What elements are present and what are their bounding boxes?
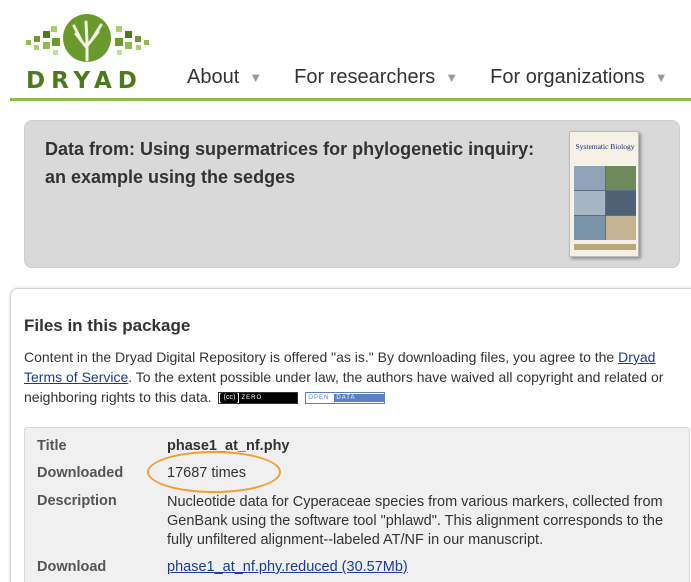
- disclaimer-text-start: Content in the Dryad Digital Repository …: [24, 349, 619, 365]
- chevron-down-icon: ▼: [249, 70, 263, 85]
- files-heading: Files in this package: [24, 316, 191, 335]
- logo-wordmark: DRYAD: [26, 68, 143, 94]
- dryad-tree-icon: [26, 14, 149, 62]
- file-description: Nucleotide data for Cyperaceae species f…: [167, 494, 664, 548]
- cc-zero-label: ZERO: [239, 393, 298, 404]
- journal-cover-image[interactable]: Systematic Biology: [569, 131, 639, 257]
- dryad-logo[interactable]: DRYAD: [24, 12, 164, 96]
- header-divider: [10, 98, 691, 101]
- dataset-title-box: Data from: Using supermatrices for phylo…: [24, 120, 680, 268]
- description-label: Description: [37, 493, 117, 509]
- files-disclaimer: Content in the Dryad Digital Repository …: [24, 347, 691, 407]
- nav-for-researchers-label: For researchers: [294, 66, 436, 88]
- open-data-badge[interactable]: OPEN DATA: [305, 392, 386, 405]
- cover-footer: [574, 244, 636, 250]
- nav-for-researchers[interactable]: For researchers ▼: [294, 66, 458, 89]
- download-row: phase1_at_nf.phy.reduced (30.57Mb): [167, 559, 408, 575]
- nav-about[interactable]: About ▼: [187, 66, 262, 89]
- journal-cover-title: Systematic Biology: [575, 142, 635, 151]
- file-download-link[interactable]: phase1_at_nf.phy.reduced (30.57Mb): [167, 559, 408, 575]
- download-count-highlight: [147, 451, 281, 493]
- chevron-down-icon: ▼: [445, 70, 459, 85]
- file-details: Title phase1_at_nf.phy Downloaded 17687 …: [24, 427, 690, 582]
- main-nav: About ▼ For researchers ▼ For organizati…: [187, 66, 691, 89]
- nav-about-label: About: [187, 66, 240, 88]
- chevron-down-icon: ▼: [654, 70, 668, 85]
- nav-for-organizations[interactable]: For organizations ▼: [490, 66, 667, 89]
- downloaded-label: Downloaded: [37, 465, 124, 481]
- title-label: Title: [37, 438, 67, 454]
- nav-for-organizations-label: For organizations: [490, 66, 645, 88]
- open-data-data-label: DATA: [334, 394, 385, 403]
- download-label: Download: [37, 559, 107, 575]
- dataset-title: Data from: Using supermatrices for phylo…: [45, 139, 535, 187]
- open-data-open-label: OPEN: [308, 395, 330, 402]
- cover-photos: [574, 166, 636, 240]
- cc-zero-badge[interactable]: (cc) ZERO: [218, 392, 299, 405]
- files-panel: Files in this package Content in the Dry…: [10, 288, 691, 582]
- site-header: DRYAD About ▼ For researchers ▼ For orga…: [0, 0, 691, 102]
- cc-icon: (cc): [220, 393, 239, 404]
